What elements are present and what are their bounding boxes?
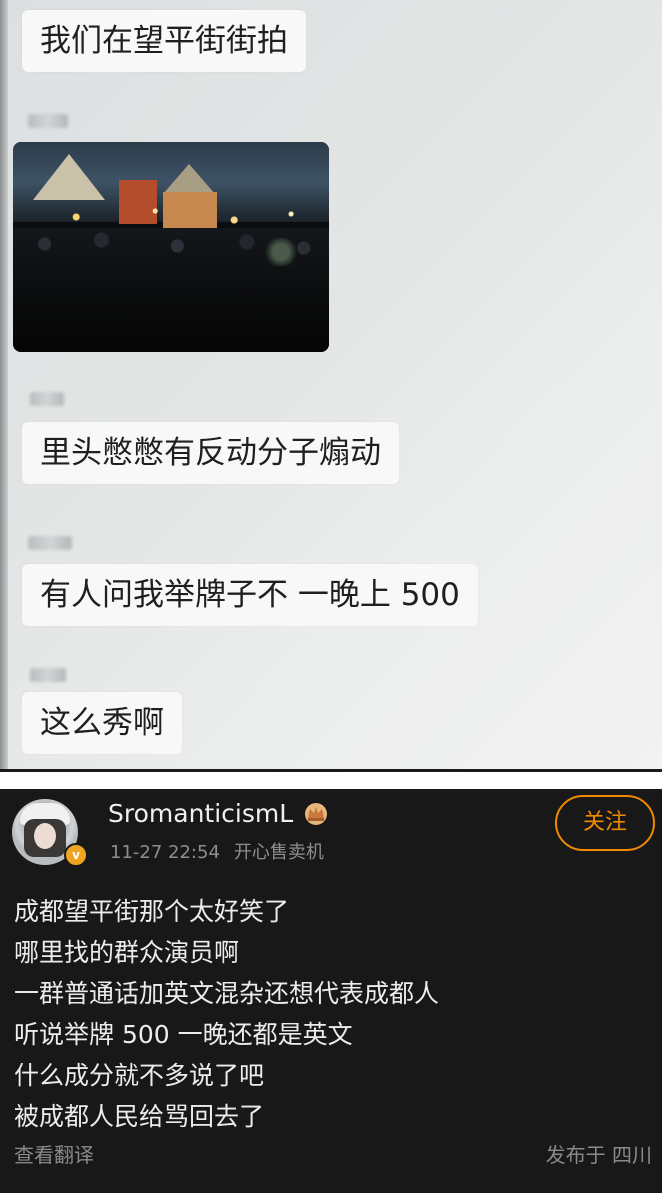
blurred-sender-name — [30, 668, 66, 682]
verified-badge-icon: v — [64, 843, 88, 867]
chat-message-3: 有人问我举牌子不 一晚上 500 — [22, 564, 478, 626]
chat-message-2: 里头憋憋有反动分子煽动 — [22, 422, 399, 484]
post-line: 听说举牌 500 一晚还都是英文 — [14, 1020, 353, 1049]
post-timestamp: 11-27 22:54 — [110, 842, 220, 863]
avatar-face — [34, 823, 56, 849]
post-location: 发布于 四川 — [545, 1143, 652, 1167]
chat-message-4: 这么秀啊 — [22, 692, 182, 754]
post-line: 被成都人民给骂回去了 — [14, 1102, 265, 1131]
blurred-sender-name — [30, 392, 64, 406]
social-post: v SromanticismL 11-27 22:54 开心售卖机 关注 成都望平… — [0, 789, 662, 1193]
follow-button[interactable]: 关注 — [555, 795, 655, 851]
thumbnail-glow — [261, 238, 301, 266]
translate-link[interactable]: 查看翻译 — [14, 1139, 94, 1168]
chat-message-1: 我们在望平街街拍 — [22, 10, 306, 72]
post-line: 一群普通话加英文混杂还想代表成都人 — [14, 979, 440, 1008]
post-line: 哪里找的群众演员啊 — [14, 938, 240, 967]
post-meta: 11-27 22:54 开心售卖机 — [110, 838, 324, 864]
post-line: 什么成分就不多说了吧 — [14, 1061, 265, 1090]
blurred-sender-name — [28, 114, 68, 128]
thumbnail-tent — [33, 154, 105, 200]
crown-icon — [305, 803, 327, 825]
chat-video-thumbnail[interactable] — [13, 142, 329, 352]
post-text: 成都望平街那个太好笑了 哪里找的群众演员啊 一群普通话加英文混杂还想代表成都人 … — [14, 891, 644, 1137]
chat-screenshot-photo: 我们在望平街街拍 里头憋憋有反动分子煽动 有人问我举牌子不 一晚上 500 这么… — [0, 0, 662, 772]
thumbnail-tent — [163, 164, 215, 194]
blurred-sender-name — [28, 536, 72, 550]
post-line: 成都望平街那个太好笑了 — [14, 897, 290, 926]
post-source: 开心售卖机 — [233, 842, 324, 863]
username[interactable]: SromanticismL — [108, 799, 293, 828]
